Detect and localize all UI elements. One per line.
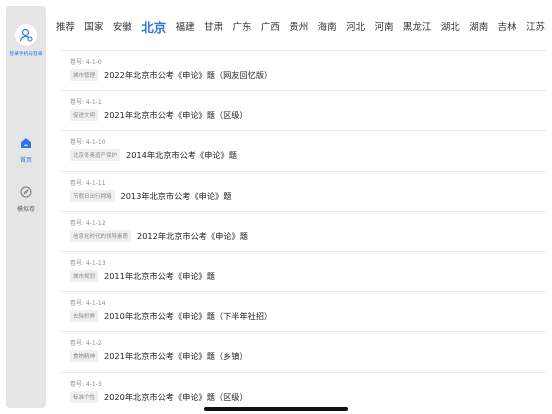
tab-region[interactable]: 江苏 [526,19,545,33]
paper-title[interactable]: 2012年北京市公考《申论》题 [137,230,248,242]
compass-icon [20,186,32,198]
topic-tag: 食物精神 [70,350,99,363]
paper-title[interactable]: 2021年北京市公考《申论》题（区级） [104,109,248,121]
paper-code: 卷号: 4-1-3 [70,380,102,388]
nav-item-mock-exam[interactable]: 模拟卷 [6,183,46,213]
tab-region[interactable]: 安徽 [113,19,132,33]
list-item[interactable]: 卷号: 4-1-0 城市管理 2022年北京市公考《申论》题（网友回忆版） [60,50,546,90]
tab-region[interactable]: 河北 [346,19,365,33]
paper-title[interactable]: 2013年北京市公考《申论》题 [121,190,232,202]
list-item[interactable]: 卷号: 4-1-10 北京冬奥遗产保护 2014年北京市公考《申论》题 [60,130,546,170]
item-content-row: 北京冬奥遗产保护 2014年北京市公考《申论》题 [70,149,546,162]
tab-region[interactable]: 国家 [84,19,103,33]
list-item[interactable]: 卷号: 4-1-2 食物精神 2021年北京市公考《申论》题（乡镇） [60,331,546,371]
tab-region[interactable]: 河南 [374,19,393,33]
topic-tag: 节假日出行拥堵 [70,189,115,202]
tab-region[interactable]: 湖北 [441,19,460,33]
paper-code: 卷号: 4-1-0 [70,59,102,66]
tab-region[interactable]: 福建 [176,19,195,33]
topic-tag: 北京冬奥遗产保护 [70,149,121,162]
tab-region[interactable]: 海南 [318,19,337,33]
list-item[interactable]: 卷号: 4-1-11 节假日出行拥堵 2013年北京市公考《申论》题 [60,170,546,211]
user-login-block[interactable]: 登录手机号登录 [6,24,46,57]
topic-tag: 去除积弊 [70,310,99,323]
tab-region[interactable]: 推荐 [56,19,75,33]
topic-tag: 标准个性 [70,390,99,403]
user-avatar[interactable] [15,24,37,46]
region-tabs: 推荐 国家 安徽 北京 福建 甘肃 广东 广西 贵州 海南 河北 河南 黑龙江 湖北 湖南 吉林 江苏 [56,0,552,52]
nav-item-home[interactable]: 首页 [6,134,46,164]
item-content-row: 食物精神 2021年北京市公考《申论》题（乡镇） [70,350,546,363]
tab-region[interactable]: 吉林 [498,19,517,33]
paper-code: 卷号: 4-1-10 [70,139,106,147]
paper-title[interactable]: 2021年北京市公考《申论》题（乡镇） [104,350,248,362]
item-content-row: 城市管理 2022年北京市公考《申论》题（网友回忆版） [70,69,546,81]
tab-region[interactable]: 北京 [141,17,166,36]
nav-label-home: 首页 [19,157,32,164]
topic-tag: 城市管理 [70,69,99,81]
tab-region[interactable]: 黑龙江 [403,19,432,33]
list-item[interactable]: 卷号: 4-1-14 去除积弊 2010年北京市公考《申论》题（下半年社招） [60,291,546,331]
user-login-label[interactable]: 登录手机号登录 [7,50,45,57]
item-content-row: 节假日出行拥堵 2013年北京市公考《申论》题 [70,189,546,202]
exam-list: 卷号: 4-1-0 城市管理 2022年北京市公考《申论》题（网友回忆版） 卷号: 4… [60,50,546,412]
nav-label-mock-exam: 模拟卷 [16,206,35,213]
sidebar: 登录手机号登录 首页 模拟卷 [6,6,46,408]
paper-code: 卷号: 4-1-1 [70,99,102,107]
topic-tag: 城市规划 [70,269,99,282]
tab-region[interactable]: 广东 [232,19,251,33]
topic-tag: 信息化时代的领导素质 [70,229,132,242]
item-content-row: 标准个性 2020年北京市公考《申论》题（区级） [70,390,546,403]
list-item[interactable]: 卷号: 4-1-1 促进文明 2021年北京市公考《申论》题（区级） [60,90,546,130]
topic-tag: 促进文明 [70,109,99,122]
item-content-row: 促进文明 2021年北京市公考《申论》题（区级） [70,109,546,122]
paper-code: 卷号: 4-1-14 [70,300,106,308]
item-content-row: 城市规划 2011年北京市公考《申论》题 [70,269,546,282]
paper-code: 卷号: 4-1-12 [70,219,106,227]
item-content-row: 去除积弊 2010年北京市公考《申论》题（下半年社招） [70,310,546,323]
list-item[interactable]: 卷号: 4-1-12 信息化时代的领导素质 2012年北京市公考《申论》题 [60,210,546,251]
paper-title[interactable]: 2011年北京市公考《申论》题 [104,270,215,282]
paper-code: 卷号: 4-1-11 [70,179,106,187]
tab-region[interactable]: 贵州 [289,19,308,33]
user-icon [19,28,33,42]
list-item[interactable]: 卷号: 4-1-13 城市规划 2011年北京市公考《申论》题 [60,250,546,291]
paper-code: 卷号: 4-1-2 [70,340,102,348]
paper-title[interactable]: 2020年北京市公考《申论》题（区级） [104,391,248,403]
tab-region[interactable]: 湖南 [469,19,488,33]
home-icon [21,138,31,148]
list-item[interactable]: 卷号: 4-1-3 标准个性 2020年北京市公考《申论》题（区级） [60,371,546,412]
paper-code: 卷号: 4-1-13 [70,259,106,267]
item-content-row: 信息化时代的领导素质 2012年北京市公考《申论》题 [70,229,546,242]
tab-region[interactable]: 广西 [261,19,280,33]
paper-title[interactable]: 2010年北京市公考《申论》题（下半年社招） [104,310,272,322]
paper-title[interactable]: 2022年北京市公考《申论》题（网友回忆版） [104,69,272,81]
tab-region[interactable]: 甘肃 [204,19,223,33]
paper-title[interactable]: 2014年北京市公考《申论》题 [126,149,237,161]
home-indicator[interactable] [204,407,348,411]
